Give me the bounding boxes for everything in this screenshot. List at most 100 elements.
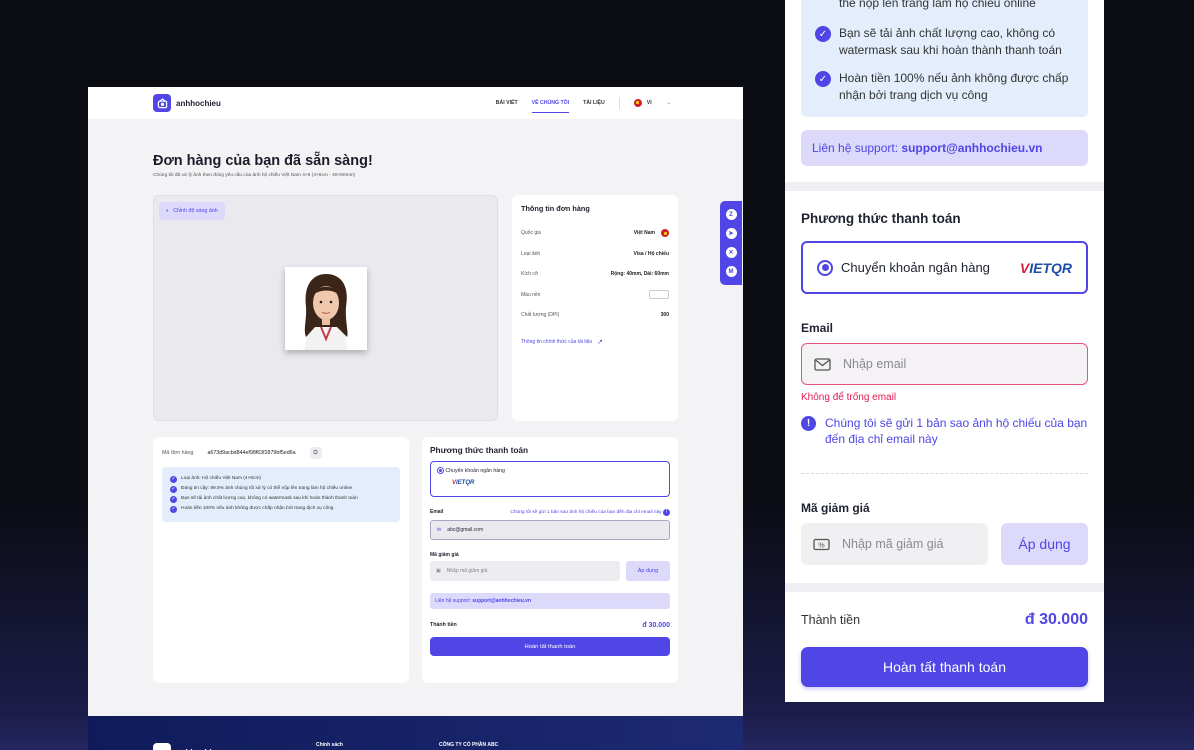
list-item: ✓ Bạn sẽ tải ảnh chất lượng cao, không có… (170, 496, 392, 503)
arrow-up-right-icon: ↗ (597, 338, 604, 346)
order-code-row: Mã đơn hàng a673d9acbd844ef98f63f2879bf5… (162, 447, 400, 459)
nav-link-docs[interactable]: TÀI LIỆU (583, 100, 605, 106)
info-label: Loại ảnh (521, 250, 541, 257)
email-note-text: Chúng tôi sẽ gửi 1 bản sao ảnh hộ chiếu … (825, 416, 1088, 446)
brightness-label: Chỉnh độ sáng ảnh (173, 208, 218, 214)
info-row-size: Kích cỡ Rộng: 40mm, Dài: 60mm (521, 264, 669, 285)
page-title: Đơn hàng của bạn đã sẵn sàng! (153, 153, 373, 169)
dashed-divider (801, 473, 1088, 474)
feature-list: ✓ Loại ảnh: Hộ chiếu Việt Nam (4×6cm) ✓ Đá… (162, 467, 400, 522)
info-label: Chất lượng (DPI) (521, 312, 560, 319)
gmail-icon[interactable]: M (725, 266, 737, 277)
footer-company: CÔNG TY CỔ PHẦN ABC (439, 742, 499, 748)
bank-transfer-label: Chuyển khoản ngân hàng (841, 260, 990, 275)
total-value: đ 30.000 (642, 622, 670, 629)
email-label: Email (430, 509, 444, 515)
brightness-icon: ◐ (166, 208, 170, 214)
feature-text: thể nộp lên trang làm hộ chiếu online (839, 0, 1036, 10)
photo-preview-panel: ◐ Chỉnh độ sáng ảnh (153, 195, 498, 421)
info-icon: ! (801, 416, 816, 431)
check-icon: ✓ (815, 26, 831, 42)
feature-text: Bạn sẽ tải ảnh chất lượng cao, không có … (839, 26, 1062, 57)
complete-payment-button[interactable]: Hoàn tất thanh toán (430, 637, 670, 656)
vietqr-logo: VIETQR (452, 480, 475, 486)
info-label: Màu nền (521, 291, 541, 298)
info-row-type: Loại ảnh Visa / Hộ chiếu (521, 244, 669, 265)
nav-link-about[interactable]: VỀ CHÚNG TÔI (531, 94, 570, 113)
radio-selected[interactable] (817, 259, 833, 276)
email-error: Không để trống email (801, 392, 897, 403)
svg-text:%: % (818, 542, 824, 549)
check-icon: ✓ (815, 71, 831, 87)
bank-transfer-option[interactable]: Chuyển khoản ngân hàng VIETQR (801, 241, 1088, 294)
support-email[interactable]: support@anhhochieu.vn (472, 598, 531, 604)
feature-text: Hoàn tiền 100% nếu ảnh không được chấp n… (181, 506, 334, 511)
nav-links: BÀI VIẾT VỀ CHÚNG TÔI TÀI LIỆU VI ⌄ (496, 87, 671, 119)
list-item: ✓ Hoàn tiền 100% nếu ảnh không được chấp … (170, 506, 392, 513)
discount-input[interactable]: % Nhập mã giảm giá (801, 523, 988, 565)
mail-icon: ✉ (437, 527, 442, 533)
list-item: ✓ Loại ảnh: Hộ chiếu Việt Nam (4×6cm) (170, 476, 392, 483)
support-email[interactable]: support@anhhochieu.vn (901, 141, 1042, 155)
brand-logo[interactable]: anhhochieu (153, 94, 221, 112)
complete-payment-button[interactable]: Hoàn tất thanh toán (801, 647, 1088, 687)
official-info-link[interactable]: Thông tin chính thức của tài liệu ↗ (521, 338, 669, 346)
ticket-icon: ▣ (436, 568, 441, 574)
payment-title: Phương thức thanh toán (430, 445, 529, 455)
footer-brand[interactable]: anhhochieu (153, 743, 221, 750)
top-nav: anhhochieu BÀI VIẾT VỀ CHÚNG TÔI TÀI LIỆ… (88, 87, 743, 119)
email-input[interactable]: ✉ abc@gmail.com (430, 520, 670, 540)
radio-selected[interactable] (437, 467, 444, 474)
apply-button[interactable]: Áp dụng (626, 561, 670, 581)
language-selector[interactable]: VI ⌄ (633, 99, 671, 107)
discount-placeholder: Nhập mã giảm giá (446, 568, 488, 574)
check-icon: ✓ (170, 476, 177, 483)
section-divider (785, 182, 1104, 191)
support-prefix: Liên hệ support: (812, 141, 899, 155)
order-code-label: Mã đơn hàng (162, 450, 194, 456)
mobile-checkout-panel: thể nộp lên trang làm hộ chiếu online ✓ … (785, 0, 1104, 702)
check-icon: ✓ (170, 506, 177, 513)
discount-label: Mã giảm giá (430, 552, 459, 558)
section-divider (785, 583, 1104, 592)
support-prefix: Liên hệ support: (435, 598, 471, 604)
nav-link-articles[interactable]: BÀI VIẾT (496, 100, 518, 106)
nav-divider (618, 97, 620, 109)
zalo-icon[interactable]: Z (725, 209, 737, 220)
info-row-dpi: Chất lượng (DPI) 300 (521, 305, 669, 326)
discount-input[interactable]: ▣ Nhập mã giảm giá (430, 561, 620, 581)
email-note-text: Chúng tôi sẽ gửi 1 bản sao ảnh hộ chiếu … (510, 510, 662, 515)
feature-text: Bạn sẽ tải ảnh chất lượng cao, không có … (181, 496, 358, 501)
info-row-background: Màu nền (521, 285, 669, 306)
bank-transfer-label: Chuyển khoản ngân hàng (445, 467, 505, 474)
bank-transfer-option[interactable]: Chuyển khoản ngân hàng VIETQR (430, 461, 670, 497)
footer: anhhochieu Chính sách CÔNG TY CỔ PHẦN AB… (88, 716, 743, 750)
copy-icon[interactable]: ⧉ (309, 447, 322, 459)
brand-name: anhhochieu (176, 98, 221, 108)
desktop-page: anhhochieu BÀI VIẾT VỀ CHÚNG TÔI TÀI LIỆ… (88, 87, 743, 750)
x-icon[interactable]: ✕ (725, 247, 737, 258)
passport-photo (285, 267, 367, 350)
order-info-title: Thông tin đơn hàng (521, 204, 590, 213)
email-input[interactable]: Nhập email (801, 343, 1088, 385)
support-box: Liên hệ support: support@anhhochieu.vn (801, 130, 1088, 166)
discount-row: ▣ Nhập mã giảm giá Áp dụng (430, 561, 670, 581)
list-item: thể nộp lên trang làm hộ chiếu online (815, 0, 1077, 12)
check-icon: ✓ (170, 486, 177, 493)
footer-policy[interactable]: Chính sách (316, 742, 343, 748)
apply-button[interactable]: Áp dụng (1001, 523, 1088, 565)
info-label: Quốc gia (521, 230, 542, 237)
email-label-row: Email Chúng tôi sẽ gửi 1 bản sao ảnh hộ … (430, 509, 670, 516)
order-summary-card: Mã đơn hàng a673d9acbd844ef98f63f2879bf5… (153, 437, 409, 683)
footer-logo-icon (153, 743, 171, 750)
camera-home-icon (153, 94, 171, 112)
email-label: Email (801, 321, 834, 335)
total-row: Thành tiền đ 30.000 (430, 622, 670, 629)
feature-text: Loại ảnh: Hộ chiếu Việt Nam (4×6cm) (181, 476, 262, 481)
telegram-icon[interactable]: ➤ (725, 228, 737, 239)
background-color-swatch (649, 290, 669, 300)
order-info-card: Thông tin đơn hàng Quốc gia Việt Nam Loạ… (512, 195, 678, 421)
list-item: ✓ Hoàn tiền 100% nếu ảnh không được chấp… (815, 70, 1077, 104)
email-note: ! Chúng tôi sẽ gửi 1 bản sao ảnh hộ chiế… (801, 415, 1088, 447)
brightness-button[interactable]: ◐ Chỉnh độ sáng ảnh (159, 202, 225, 220)
